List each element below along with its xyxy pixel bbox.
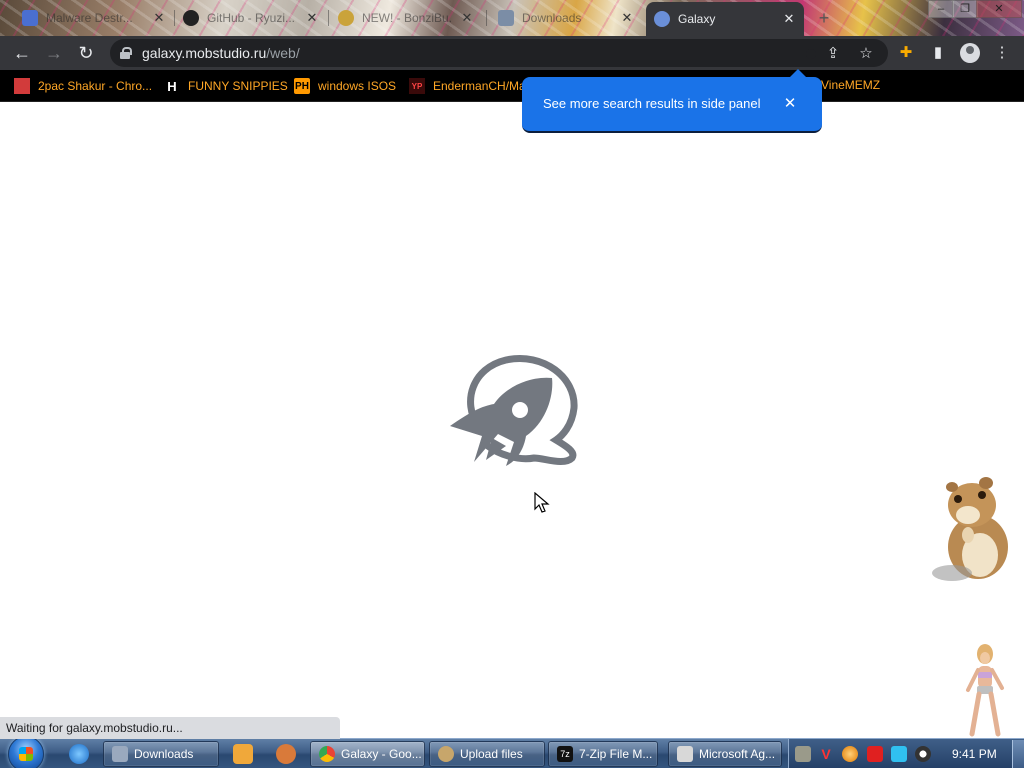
bookmark-label: windows ISOS <box>318 79 397 93</box>
tray-v-icon[interactable]: V <box>818 746 834 762</box>
folder-icon <box>112 746 128 762</box>
forward-button[interactable]: → <box>42 41 66 65</box>
windows-taskbar: Downloads Galaxy - Goo... Upload files 7… <box>0 736 1024 768</box>
tab-label: GitHub - Ryuzi... <box>207 10 296 25</box>
browser-toolbar: ← → ↻ galaxy.mobstudio.ru/web/ ⇪ ☆ ✚ ▮ ⋮ <box>0 36 1024 70</box>
7zip-icon: 7z <box>557 746 573 762</box>
close-icon[interactable]: ✕ <box>780 94 800 114</box>
url-host: galaxy.mobstudio.ru <box>142 45 267 61</box>
share-icon[interactable]: ⇪ <box>823 44 843 64</box>
google-lens-icon[interactable] <box>792 44 812 64</box>
bookmark-label: EndermanCH/Ma <box>433 79 526 93</box>
tab-favicon-icon <box>338 9 354 26</box>
tray-volume-icon[interactable] <box>915 746 931 762</box>
downloads-icon <box>498 9 514 26</box>
app-shortcut-icon[interactable] <box>276 744 296 764</box>
bookmark-2pac-shakur[interactable]: 2pac Shakur - Chro... <box>14 78 152 94</box>
bookmark-star-icon[interactable]: ☆ <box>856 44 876 64</box>
close-tab-icon[interactable]: ✕ <box>620 10 634 26</box>
bookmark-label: FUNNY SNIPPIES <box>188 79 288 93</box>
close-tab-icon[interactable]: ✕ <box>305 10 319 26</box>
close-window-button[interactable]: ✕ <box>976 0 1022 18</box>
close-tab-icon[interactable]: ✕ <box>152 10 166 26</box>
tab-label: Galaxy <box>678 12 716 26</box>
media-player-icon[interactable] <box>233 744 253 764</box>
upload-icon <box>438 746 454 762</box>
back-button[interactable]: ← <box>10 41 34 65</box>
bookmark-label: 2pac Shakur - Chro... <box>38 79 153 93</box>
tab-downloads[interactable]: Downloads ✕ <box>490 3 642 32</box>
taskbar-button-downloads[interactable]: Downloads <box>103 741 219 767</box>
bookmark-favicon-icon <box>14 78 30 94</box>
tab-galaxy[interactable]: Galaxy ✕ <box>646 2 804 36</box>
side-panel-icon[interactable]: ▮ <box>928 43 948 63</box>
extensions-puzzle-icon[interactable]: ✚ <box>896 43 916 63</box>
tab-strip: Malware Destr... ✕ GitHub - Ryuzi... ✕ N… <box>0 0 1024 36</box>
tray-network-icon[interactable] <box>891 746 907 762</box>
close-tab-icon[interactable]: ✕ <box>460 10 474 26</box>
show-desktop-button[interactable] <box>1012 740 1024 768</box>
menu-dots-icon[interactable]: ⋮ <box>992 43 1012 63</box>
bookmark-endermanch[interactable]: YP EndermanCH/Ma <box>409 78 526 94</box>
minimize-button[interactable]: – <box>928 0 954 18</box>
status-bubble: Waiting for galaxy.mobstudio.ru... <box>0 717 340 739</box>
bookmark-windows-isos[interactable]: PH windows ISOS <box>294 78 396 94</box>
taskbar-button-galaxy-chrome[interactable]: Galaxy - Goo... <box>310 741 425 767</box>
profile-avatar[interactable] <box>960 43 980 63</box>
galaxy-rocket-logo-icon <box>450 355 578 466</box>
taskbar-button-label: Galaxy - Goo... <box>341 747 422 761</box>
tab-favicon-icon <box>22 9 38 26</box>
taskbar-button-label: Downloads <box>134 747 194 761</box>
maximize-button[interactable]: ❐ <box>952 0 978 18</box>
internet-explorer-icon[interactable] <box>69 744 89 764</box>
start-button[interactable] <box>8 736 44 768</box>
chrome-icon <box>319 746 335 762</box>
url-path: /web/ <box>266 45 300 61</box>
bookmark-funny-snippies[interactable]: H FUNNY SNIPPIES <box>164 78 288 94</box>
promo-text: See more search results in side panel <box>543 96 761 111</box>
galaxy-favicon-icon <box>654 11 670 27</box>
lock-icon[interactable] <box>120 47 132 59</box>
tray-flag-icon[interactable] <box>867 746 883 762</box>
bookmark-vinememz[interactable]: VineMEMZ <box>821 78 880 92</box>
taskbar-button-7zip[interactable]: 7z 7-Zip File M... <box>548 741 658 767</box>
bookmark-favicon-icon: YP <box>409 78 425 94</box>
bookmark-label: VineMEMZ <box>821 78 881 92</box>
tab-label: Downloads <box>522 10 582 25</box>
taskbar-button-upload-files[interactable]: Upload files <box>429 741 545 767</box>
mouse-cursor-icon <box>534 492 550 513</box>
side-panel-promo-bubble: See more search results in side panel ✕ <box>522 69 822 133</box>
agent-icon <box>677 746 693 762</box>
close-tab-icon[interactable]: ✕ <box>782 11 796 27</box>
taskbar-button-label: Microsoft Ag... <box>699 747 776 761</box>
bookmark-favicon-icon: PH <box>294 78 310 94</box>
tray-search-icon[interactable] <box>842 746 858 762</box>
tab-label: Malware Destr... <box>46 10 133 25</box>
tray-app-icon[interactable] <box>795 746 811 762</box>
tab-malware-destroyer[interactable]: Malware Destr... ✕ <box>14 3 174 32</box>
dancer-agent-icon <box>966 644 1004 737</box>
address-bar[interactable]: galaxy.mobstudio.ru/web/ ⇪ ☆ <box>110 39 888 67</box>
reload-button[interactable]: ↻ <box>74 41 98 65</box>
url-text[interactable]: galaxy.mobstudio.ru/web/ <box>142 45 300 61</box>
tab-label: NEW! - BonziBu... <box>362 10 452 25</box>
bookmarks-bar: 2pac Shakur - Chro... H FUNNY SNIPPIES P… <box>0 70 1024 102</box>
page-content <box>0 102 1024 738</box>
clock[interactable]: 9:41 PM <box>952 747 997 761</box>
new-tab-button[interactable]: + <box>812 6 836 30</box>
tab-divider <box>486 10 487 26</box>
bookmark-favicon-icon: H <box>167 78 177 94</box>
taskbar-button-label: 7-Zip File M... <box>579 747 653 761</box>
tab-bonzibuddy[interactable]: NEW! - BonziBu... ✕ <box>330 3 482 32</box>
taskbar-button-label: Upload files <box>460 747 523 761</box>
hamster-agent-icon <box>932 477 1008 581</box>
tab-divider <box>328 10 329 26</box>
tab-github[interactable]: GitHub - Ryuzi... ✕ <box>175 3 327 32</box>
taskbar-button-microsoft-agent[interactable]: Microsoft Ag... <box>668 741 782 767</box>
github-icon <box>183 9 199 26</box>
